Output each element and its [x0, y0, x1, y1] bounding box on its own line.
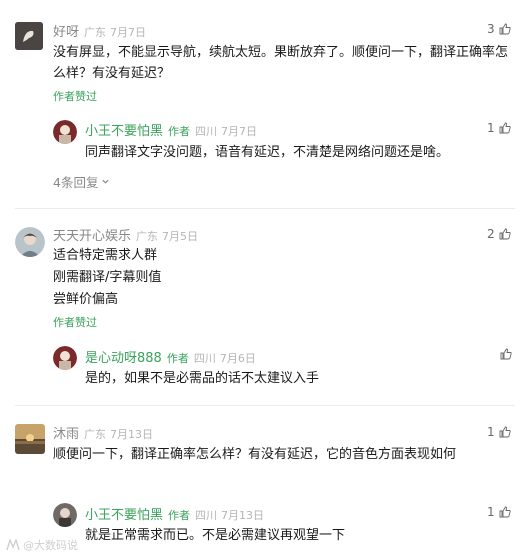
reply-author-name[interactable]: 是心动呀888 [85, 347, 162, 366]
commenter-name[interactable]: 天天开心娱乐 [53, 225, 131, 244]
reply-text: 是的，如果不是必需品的话不太建议入手 [85, 371, 320, 386]
thumbs-up-icon [499, 228, 511, 240]
like-button[interactable]: 1 [487, 425, 511, 439]
reply-text: 就是正常需求而已。不是必需建议再观望一下 [85, 528, 346, 543]
reply-location: 四川 [193, 352, 216, 365]
commenter-location: 广东 [84, 428, 107, 441]
reply-avatar[interactable] [53, 120, 77, 144]
reply-like-button[interactable] [500, 348, 512, 360]
view-more-replies[interactable]: 4条回复 [53, 172, 110, 191]
author-praised-label: 作者赞过 [53, 316, 97, 329]
chevron-down-icon [102, 179, 110, 184]
commenter-name[interactable]: 沐雨 [53, 423, 79, 442]
like-count: 3 [487, 22, 495, 36]
reply-location: 四川 [195, 509, 218, 522]
watermark-logo-icon [6, 539, 20, 551]
divider [15, 405, 515, 406]
comment-date: 7月5日 [162, 230, 199, 243]
comment-date: 7月13日 [110, 428, 154, 441]
thumbs-up-icon [499, 23, 511, 35]
comment-text-line: 尝鲜价偏高 [53, 292, 119, 307]
reply-author-name[interactable]: 小王不要怕黑 [85, 120, 163, 139]
avatar[interactable] [15, 227, 45, 257]
author-praised-label: 作者赞过 [53, 90, 97, 103]
like-count: 2 [487, 227, 495, 241]
reply-text: 同声翻译文字没问题，语音有延迟，不清楚是网络问题还是啥。 [85, 145, 450, 160]
commenter-location: 广东 [136, 230, 159, 243]
reply-like-button[interactable]: 1 [487, 121, 511, 135]
thumbs-up-icon [500, 348, 512, 360]
thumbs-up-icon [499, 426, 511, 438]
reply-date: 7月6日 [219, 352, 256, 365]
thumbs-up-icon [499, 122, 511, 134]
watermark-text: @大数码说 [23, 539, 78, 552]
reply-date: 7月13日 [221, 509, 265, 522]
commenter-location: 广东 [84, 26, 107, 39]
reply-avatar[interactable] [53, 503, 77, 527]
comment-text-line: 刚需翻译/字幕则值 [53, 270, 162, 285]
reply-like-count: 1 [487, 121, 495, 135]
author-tag: 作者 [166, 352, 189, 365]
commenter-name[interactable]: 好呀 [53, 21, 79, 40]
divider [15, 208, 515, 209]
reply-author-name[interactable]: 小王不要怕黑 [85, 504, 163, 523]
comment-date: 7月7日 [110, 26, 147, 39]
avatar[interactable] [15, 22, 43, 50]
avatar[interactable] [15, 424, 45, 454]
comment-text-line: 适合特定需求人群 [53, 248, 158, 263]
reply-like-button[interactable]: 1 [487, 505, 511, 519]
comment-text: 顺便问一下，翻译正确率怎么样？有没有延迟，它的音色方面表现如何 [53, 447, 457, 462]
like-button[interactable]: 3 [487, 22, 511, 36]
reply-like-count: 1 [487, 505, 495, 519]
reply-location: 四川 [195, 125, 218, 138]
like-button[interactable]: 2 [487, 227, 511, 241]
comment-text: 没有屏显，不能显示导航，续航太短。果断放弃了。顺便问一下，翻译正确率怎么样？有没… [53, 45, 509, 81]
author-tag: 作者 [168, 125, 191, 138]
author-tag: 作者 [168, 509, 191, 522]
reply-avatar[interactable] [53, 346, 77, 370]
more-replies-label: 4条回复 [53, 175, 99, 190]
watermark: @大数码说 [6, 537, 78, 553]
like-count: 1 [487, 425, 495, 439]
reply-date: 7月7日 [221, 125, 258, 138]
thumbs-up-icon [499, 506, 511, 518]
